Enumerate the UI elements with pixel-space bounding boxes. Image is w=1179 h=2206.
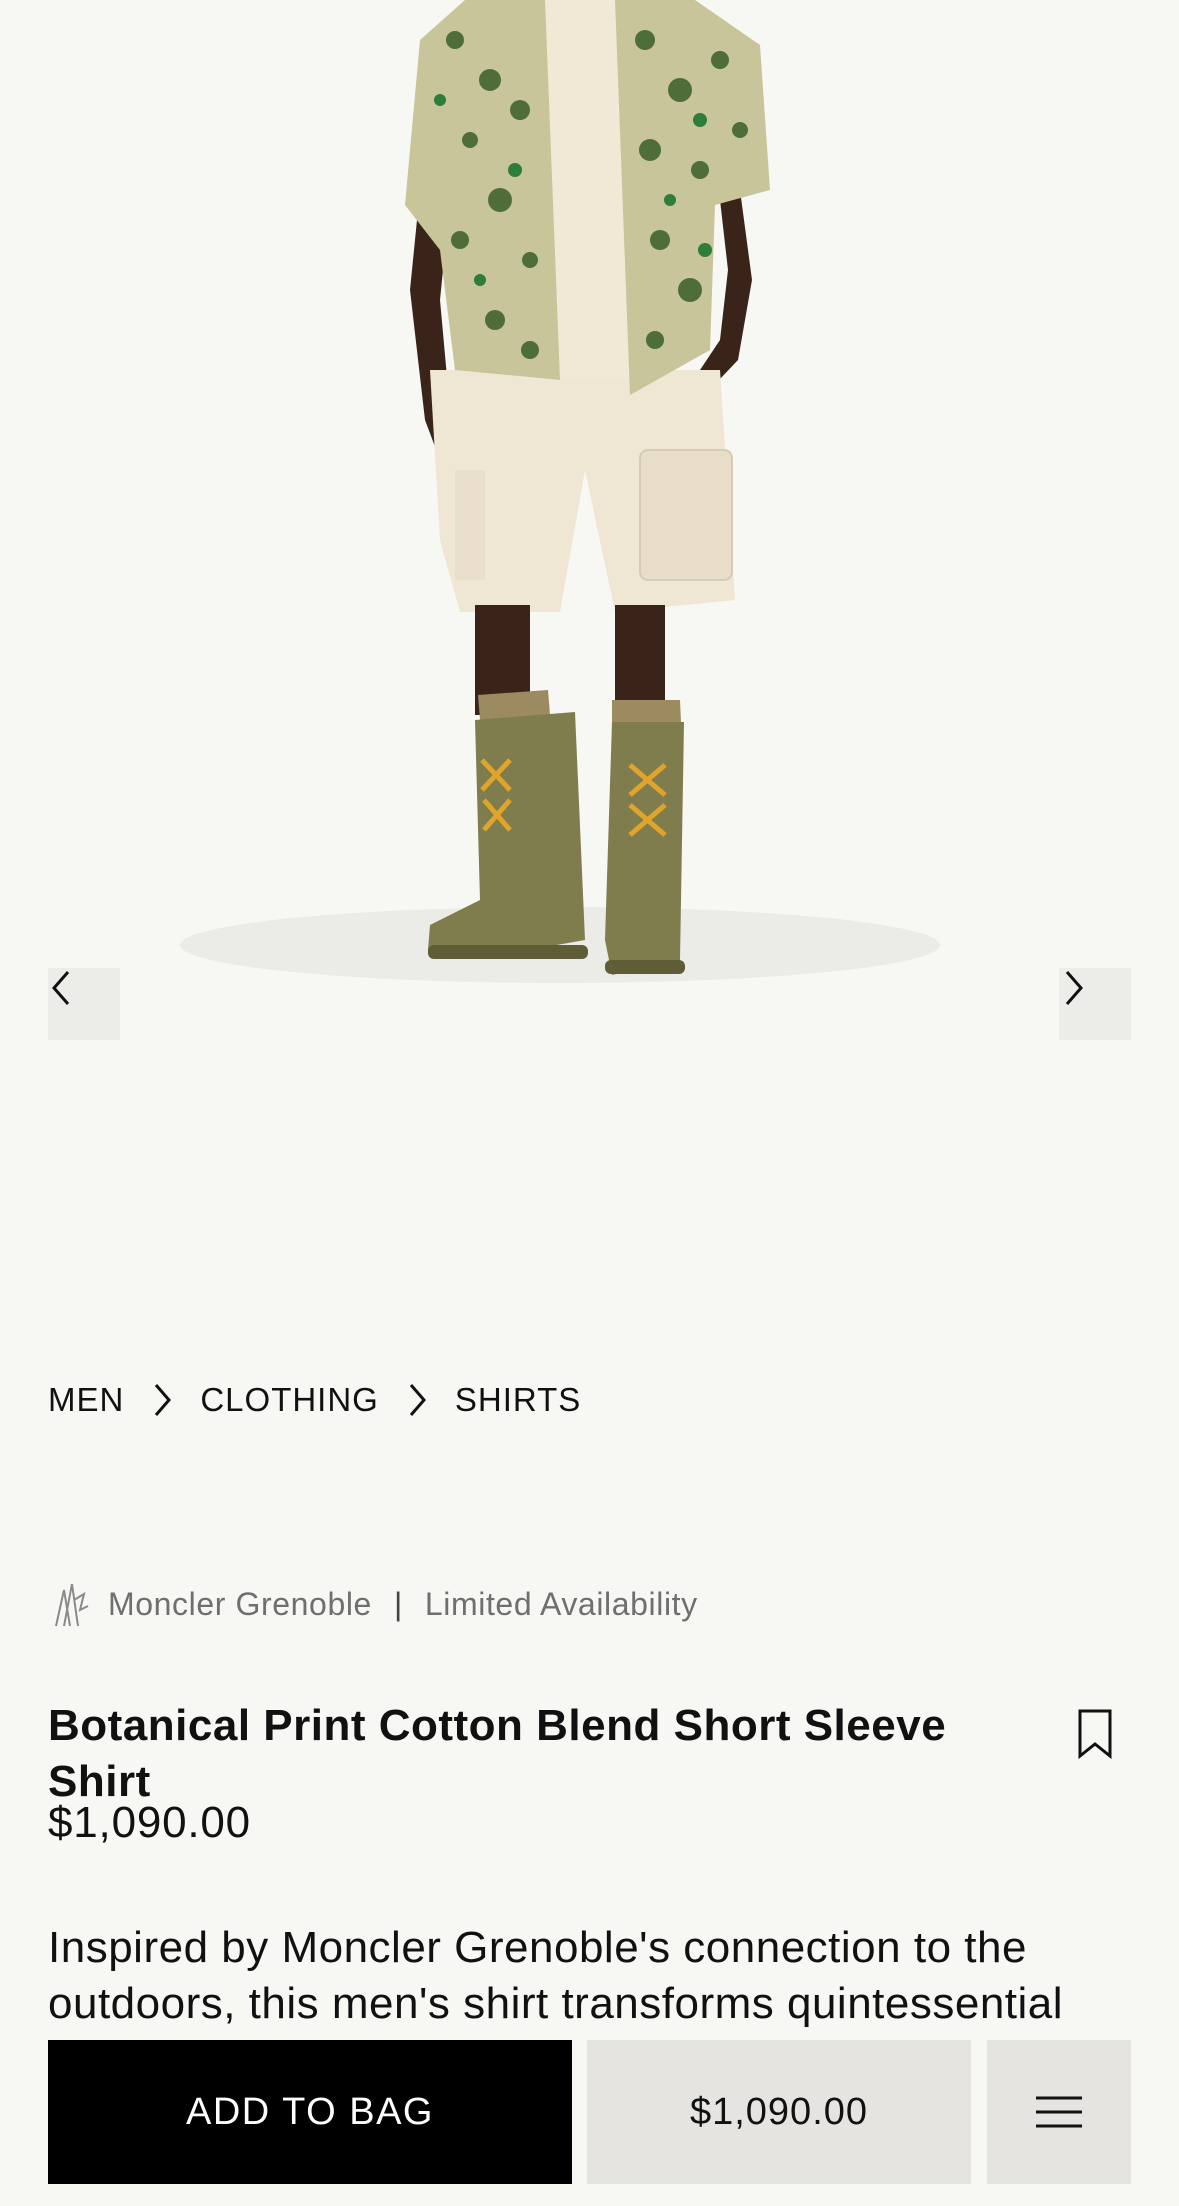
price-button[interactable]: $1,090.00: [587, 2040, 971, 2184]
breadcrumb-separator: [379, 1382, 455, 1418]
product-image-gallery: [0, 0, 1179, 1300]
product-description-text: Inspired by Moncler Grenoble's connectio…: [48, 1923, 1064, 2028]
bookmark-icon: [1078, 1709, 1112, 1760]
menu-icon: [1036, 2096, 1082, 2128]
sticky-action-bar: ADD TO BAG $1,090.00: [0, 2040, 1179, 2206]
breadcrumb-item-shirts[interactable]: SHIRTS: [455, 1381, 581, 1419]
breadcrumb-item-clothing[interactable]: CLOTHING: [200, 1381, 379, 1419]
product-title: Botanical Print Cotton Blend Short Sleev…: [48, 1701, 947, 1806]
meta-divider: |: [393, 1585, 403, 1622]
chevron-right-icon: [409, 1384, 426, 1416]
breadcrumb-separator: [124, 1382, 200, 1418]
product-price: $1,090.00: [48, 1798, 251, 1847]
add-to-bag-button[interactable]: ADD TO BAG: [48, 2040, 572, 2184]
breadcrumb: MEN CLOTHING SHIRTS: [48, 1378, 581, 1422]
gallery-next-button[interactable]: [1059, 968, 1131, 1040]
wishlist-button[interactable]: [1074, 1708, 1116, 1760]
collection-name: Moncler Grenoble: [108, 1585, 372, 1622]
chevron-right-icon: [155, 1384, 172, 1416]
menu-button[interactable]: [987, 2040, 1131, 2184]
availability-label: Limited Availability: [424, 1585, 698, 1622]
chevron-left-icon: [52, 971, 70, 1005]
chevron-right-icon: [1065, 971, 1083, 1005]
moncler-grenoble-logo-icon: [55, 1583, 89, 1627]
product-meta: Moncler Grenoble | Limited Availability: [50, 1580, 698, 1628]
breadcrumb-item-men[interactable]: MEN: [48, 1381, 124, 1419]
product-image: [180, 0, 940, 983]
gallery-prev-button[interactable]: [48, 968, 120, 1040]
